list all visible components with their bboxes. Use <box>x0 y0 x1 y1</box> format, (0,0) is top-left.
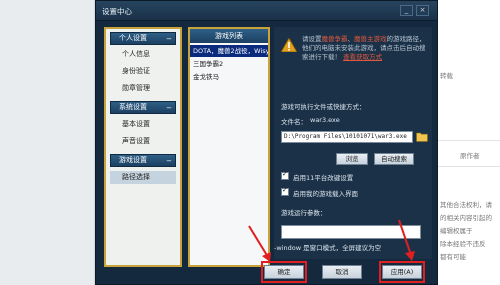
game-path-input[interactable]: D:\Program Files\10101071\war3.exe <box>281 131 413 143</box>
game-list-item[interactable]: 金戈铁马 <box>190 71 268 83</box>
background-divider <box>436 140 500 141</box>
background-article: 转载 原作者 其他合法权利，请 的相关内容引起的 编辑权属于 除本经验不违反 都… <box>436 0 500 285</box>
checkbox-hotkey-settings[interactable] <box>281 170 289 180</box>
category-panel: 个人设置 − 个人信息 身份验证 勋章管理 系统设置 − 基本设置 声音设置 游… <box>104 27 182 267</box>
background-text: 编辑权属于 <box>440 227 473 235</box>
apply-highlight-box <box>379 261 425 283</box>
view-method-link[interactable]: 查看获取方式 <box>343 53 382 61</box>
game-list-item[interactable]: 三国争霸2 <box>190 58 268 70</box>
notice-game-name: 魔兽争霸 <box>321 35 348 43</box>
category-item-sound-settings[interactable]: 声音设置 <box>110 135 176 148</box>
category-item-identity-verification[interactable]: 身份验证 <box>110 65 176 78</box>
background-sidebar <box>0 0 95 285</box>
background-text: 都有可能 <box>440 253 466 261</box>
category-personal-settings[interactable]: 个人设置 − <box>110 32 176 45</box>
category-item-medal-management[interactable]: 勋章管理 <box>110 82 176 95</box>
red-arrow-icon <box>248 225 271 262</box>
game-list-item[interactable]: DOTA，魔兽2战役，Wisys <box>190 45 268 57</box>
category-item-path-selection[interactable]: 路径选择 <box>110 171 176 184</box>
auto-search-button[interactable]: 自动搜索 <box>374 153 414 165</box>
background-text: 其他合法权利，请 <box>440 201 492 209</box>
red-arrow-icon <box>398 219 415 261</box>
close-button[interactable]: × <box>416 5 429 16</box>
dialog-titlebar[interactable]: 设置中心 _ × <box>96 1 437 21</box>
category-item-basic-settings[interactable]: 基本设置 <box>110 118 176 131</box>
checkbox-hotkey-label: 启用11平台改键设置 <box>293 174 354 182</box>
category-system-settings[interactable]: 系统设置 − <box>110 101 176 114</box>
category-label: 个人设置 <box>119 34 147 42</box>
filename-label: 文件名： <box>281 118 307 126</box>
checkbox-loading-label: 启用我的游戏载入界面 <box>293 190 358 198</box>
filename-value: war3.exe <box>310 116 340 124</box>
run-params-label: 游戏运行参数： <box>281 209 327 217</box>
background-text: 转载 <box>440 72 453 80</box>
minimize-button[interactable]: _ <box>400 5 413 16</box>
category-label: 游戏设置 <box>119 156 147 164</box>
cancel-button[interactable]: 取消 <box>322 265 362 279</box>
browse-button[interactable]: 浏览 <box>336 153 368 165</box>
category-game-settings[interactable]: 游戏设置 − <box>110 154 176 167</box>
window-mode-note: -window 是窗口模式，全屏建议为空 <box>274 244 382 252</box>
collapse-icon[interactable]: − <box>166 34 172 45</box>
background-text: 的相关内容引起的 <box>440 214 492 222</box>
background-text: 除本经验不违反 <box>440 240 486 248</box>
dialog-title: 设置中心 <box>102 7 132 16</box>
folder-icon[interactable] <box>416 131 428 142</box>
path-notice: 请设置魔兽争霸、魔兽主游戏的游戏路径，他们的电脑未安装此游戏，请点击后自动搜索进… <box>302 35 430 62</box>
collapse-icon[interactable]: − <box>166 156 172 167</box>
game-list-header: 游戏列表 <box>190 29 268 43</box>
exe-section-label: 游戏可执行文件或快捷方式： <box>281 103 366 111</box>
notice-game-name: 魔兽主游戏 <box>354 35 387 43</box>
background-text: 原作者 <box>460 152 480 160</box>
checkbox-loading-screen[interactable] <box>281 186 289 196</box>
background-divider <box>436 166 500 167</box>
category-label: 系统设置 <box>119 103 147 111</box>
settings-dialog: 设置中心 _ × 个人设置 − 个人信息 身份验证 勋章管理 系统设置 − 基本… <box>95 0 438 285</box>
collapse-icon[interactable]: − <box>166 103 172 114</box>
category-item-personal-info[interactable]: 个人信息 <box>110 48 176 61</box>
warning-icon <box>281 38 297 52</box>
notice-text: 请设置 <box>302 35 322 43</box>
